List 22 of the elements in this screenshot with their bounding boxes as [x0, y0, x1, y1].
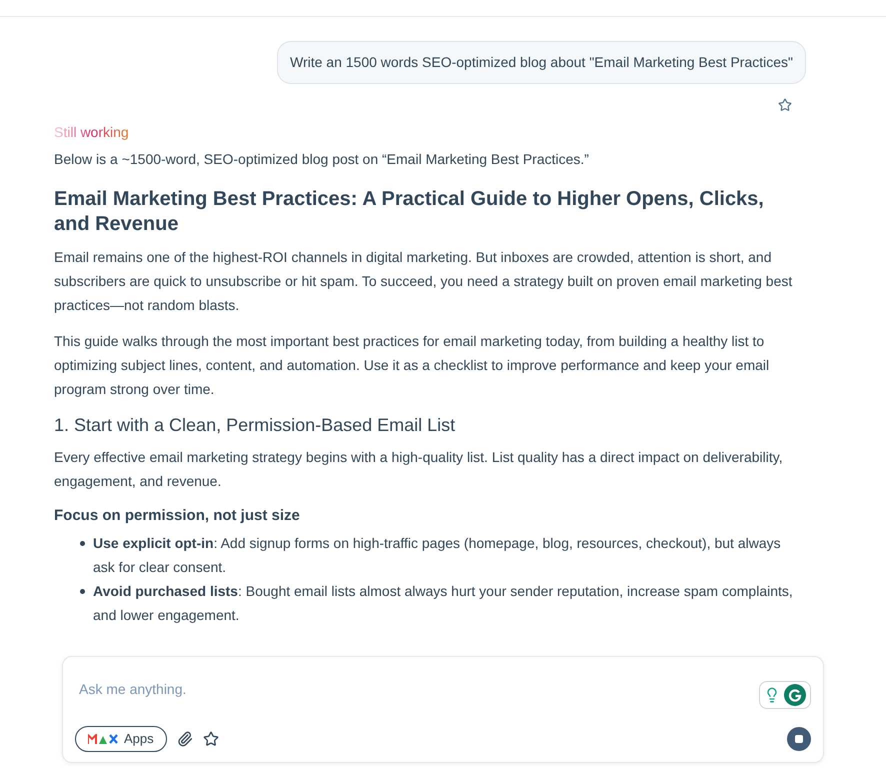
apps-logos-icon: [88, 734, 118, 744]
star-icon[interactable]: [778, 98, 792, 112]
paragraph: Every effective email marketing strategy begins with a high-quality list. List quality has a direct impact on deliverability, engagement, and revenue.: [54, 448, 784, 491]
bullet-icon: [80, 541, 85, 546]
chat-input[interactable]: Ask me anything. Apps: [62, 656, 824, 763]
list-item: Avoid purchased lists: Bought email lists almost always hurt your sender reputation, increase spam complaints, and lower engagement.: [93, 582, 794, 625]
subsection-heading: Focus on permission, not just size: [54, 506, 301, 526]
list-item: Use explicit opt-in: Add signup forms on high-traffic pages (homepage, blog, resources, checkout), but always ask for clear consent.: [93, 534, 782, 577]
paragraph: Email remains one of the highest-ROI channels in digital marketing. But inboxes are crowded, attention is short, and subscribers are quick to unsubscribe or hit spam. To succeed, you need a strategy built on proven email marketing best practices—not random blasts.: [54, 248, 794, 315]
stop-button[interactable]: [787, 727, 811, 751]
star-icon[interactable]: [202, 731, 219, 747]
intro-text: Below is a ~1500-word, SEO-optimized blog post on “Email Marketing Best Practices.”: [54, 150, 590, 169]
assistant-widget[interactable]: [759, 681, 811, 709]
user-message: Write an 1500 words SEO-optimized blog about "Email Marketing Best Practices": [276, 41, 806, 84]
paragraph: This guide walks through the most important best practices for email marketing today, from building a healthy list to optimizing subject lines, content, and automation. Use it as a checklist to improve performance and keep your email program strong over time.: [54, 332, 770, 399]
bullet-icon: [80, 589, 85, 594]
paperclip-icon[interactable]: [176, 731, 193, 747]
blog-title: Email Marketing Best Practices: A Practical Guide to Higher Opens, Clicks, and Revenue: [54, 187, 765, 237]
section-heading: 1. Start with a Clean, Permission-Based Email List: [54, 414, 456, 437]
apps-button[interactable]: Apps: [75, 726, 167, 752]
message-field[interactable]: Ask me anything.: [75, 669, 759, 709]
g-icon: [784, 684, 806, 706]
